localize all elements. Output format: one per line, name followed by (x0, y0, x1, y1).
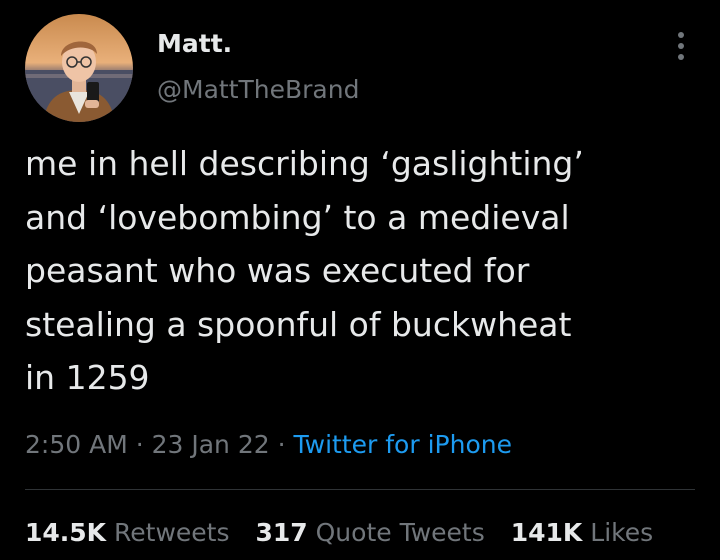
tweet-text: me in hell describing ‘gaslighting’ and … (25, 144, 584, 397)
tweet-source-link[interactable]: Twitter for iPhone (294, 430, 512, 459)
likes-count: 141K (510, 518, 583, 547)
tweet-date[interactable]: 23 Jan 22 (152, 430, 270, 459)
quote-tweets-count: 317 (255, 518, 308, 547)
tweet-card: Matt. @MattTheBrand me in hell describin… (0, 0, 720, 560)
retweets-label: Retweets (114, 518, 230, 547)
tweet-time[interactable]: 2:50 AM (25, 430, 128, 459)
divider (25, 489, 695, 490)
quote-tweets-stat[interactable]: 317 Quote Tweets (255, 518, 484, 547)
meta-separator: · (127, 430, 152, 459)
tweet-meta: 2:50 AM · 23 Jan 22 · Twitter for iPhone (25, 428, 512, 462)
likes-stat[interactable]: 141K Likes (511, 518, 653, 547)
author-avatar[interactable] (25, 14, 133, 122)
retweets-count: 14.5K (25, 518, 107, 547)
quote-tweets-label: Quote Tweets (315, 518, 485, 547)
tweet-stats: 14.5K Retweets 317 Quote Tweets 141K Likes (25, 516, 653, 550)
avatar-photo-icon (25, 14, 133, 122)
author-display-name[interactable]: Matt. (157, 27, 232, 61)
likes-label: Likes (590, 518, 654, 547)
meta-separator: · (269, 430, 294, 459)
retweets-stat[interactable]: 14.5K Retweets (25, 518, 229, 547)
author-handle[interactable]: @MattTheBrand (157, 73, 359, 107)
more-vertical-icon[interactable] (666, 28, 696, 64)
